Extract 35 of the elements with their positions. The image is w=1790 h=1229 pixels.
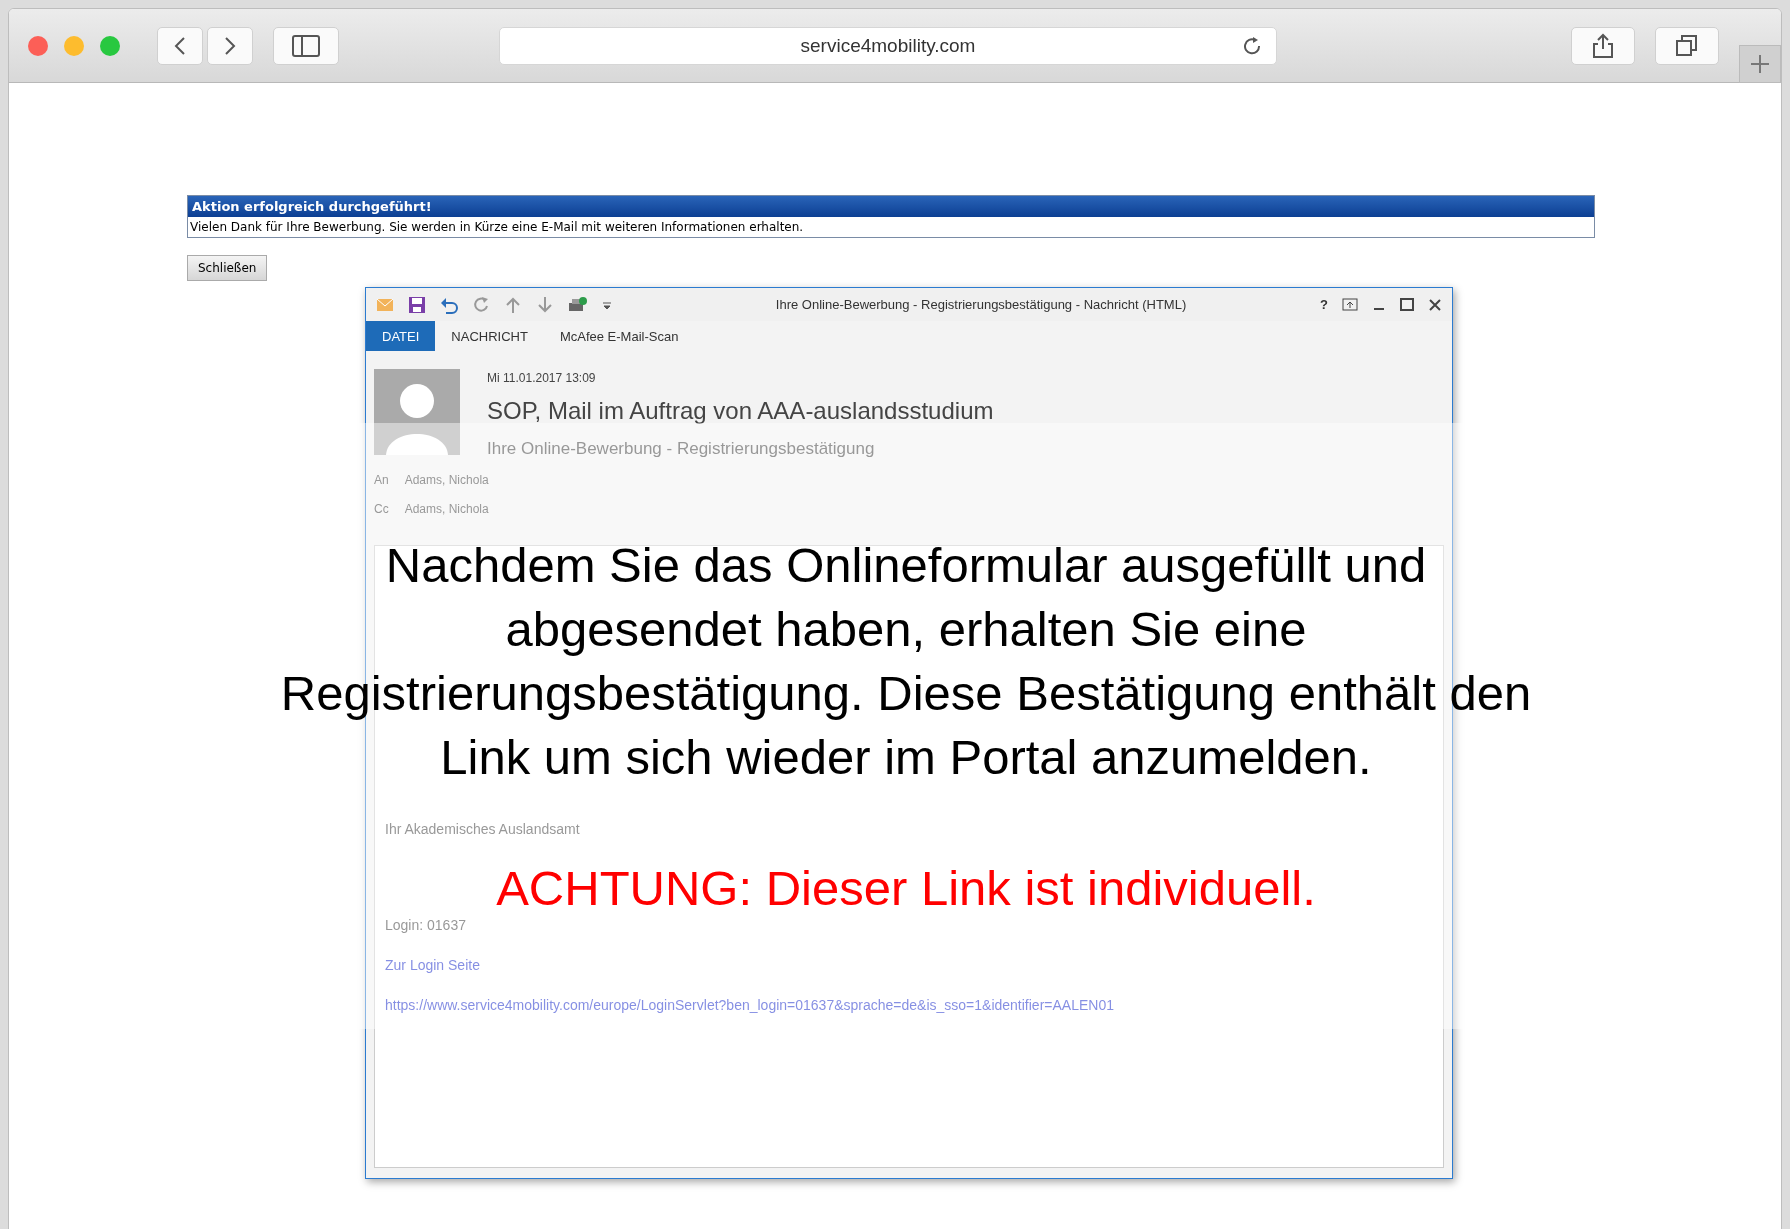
recipient-label: Cc <box>374 502 389 516</box>
url-text: service4mobility.com <box>800 34 976 57</box>
maximize-icon[interactable] <box>1400 297 1414 312</box>
help-button[interactable]: ? <box>1320 297 1328 312</box>
forward-icon[interactable] <box>223 35 237 56</box>
close-button[interactable]: Schließen <box>187 255 268 281</box>
recipient-name: Adams, Nichola <box>404 473 489 487</box>
ribbon-tab[interactable]: NACHRICHT <box>435 321 544 351</box>
close-window-dot[interactable] <box>27 34 49 57</box>
back-icon[interactable] <box>173 35 187 56</box>
new-tab-icon[interactable] <box>1750 54 1770 74</box>
login-text: Login: 01637 <box>385 917 467 933</box>
minimize-window-dot[interactable] <box>63 34 85 57</box>
sender-name: SOP, Mail im Auftrag von AAA-auslandsstudium <box>487 397 994 425</box>
ribbon-display-icon[interactable] <box>1342 297 1358 312</box>
tabs-icon[interactable] <box>1676 34 1698 57</box>
signature-text: Ihr Akademisches Auslandsamt <box>385 821 581 837</box>
warning-text: ACHTUNG: Dieser Link ist individuell. <box>496 864 1316 912</box>
sidebar-icon[interactable] <box>292 34 320 57</box>
subject-line: Ihre Online-Bewerbung - Registrierungsbestätigung <box>487 439 876 459</box>
sent-date: Mi 11.01.2017 13:09 <box>487 371 597 385</box>
share-icon[interactable] <box>1592 32 1614 59</box>
address-bar[interactable]: service4mobility.com <box>499 26 1277 65</box>
printer-check-icon[interactable] <box>568 295 588 314</box>
recipient-name: Adams, Nichola <box>404 502 489 516</box>
close-icon[interactable] <box>1428 297 1442 312</box>
recipient-label: An <box>374 473 389 487</box>
notice-title: Aktion erfolgreich durchgeführt! <box>188 196 1594 217</box>
window-title: Ihre Online-Bewerbung - Registrierungsbestätigung - Nachricht (HTML) <box>774 297 1188 312</box>
ribbon-tab[interactable]: McAfee E-Mail-Scan <box>543 321 695 351</box>
ribbon-tab[interactable]: DATEI <box>366 321 436 351</box>
info-text: Nachdem Sie das Onlineformular ausgefüllt und abgesendet haben, erhalten Sie eine Registrierungsbestätigung. Diese Bestätigung enthält den Link um sich wieder im Portal anzumelden. <box>279 537 1533 786</box>
zoom-window-dot[interactable] <box>99 34 121 57</box>
reload-icon[interactable] <box>1244 36 1262 55</box>
save-icon[interactable] <box>408 295 426 314</box>
